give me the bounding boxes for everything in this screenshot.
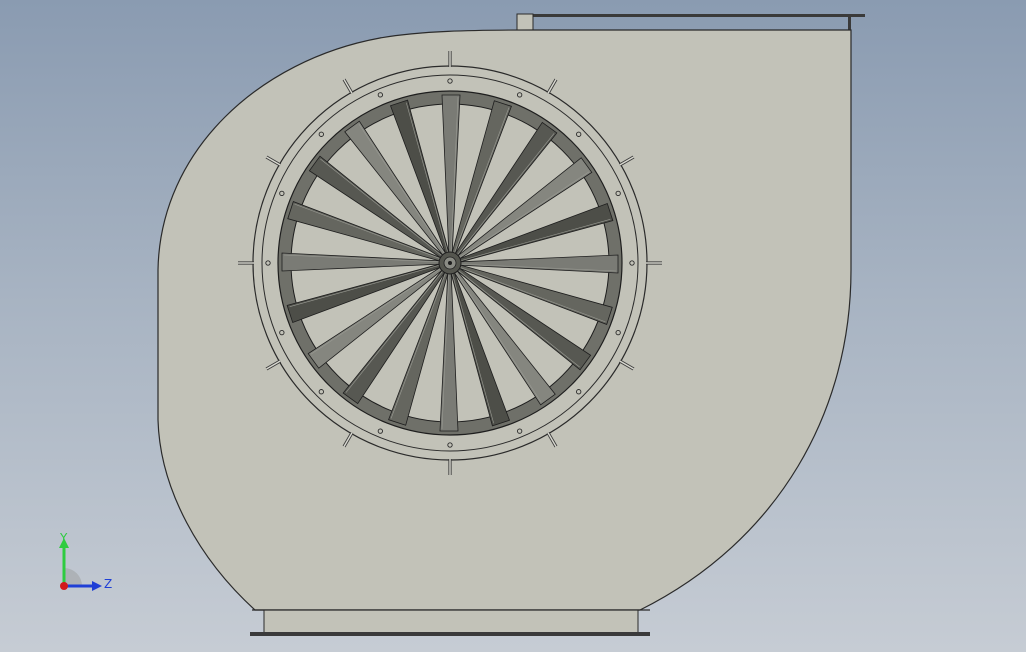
bolt-hole [615, 190, 621, 197]
bolt-hole [377, 428, 384, 434]
z-axis-arrow [92, 581, 102, 591]
coordinate-triad: Y Z [59, 531, 112, 591]
fan-model-view [157, 13, 865, 636]
bolt-hole [279, 329, 285, 336]
bolt-hole [318, 131, 324, 137]
cad-viewport[interactable]: Y Z [0, 0, 1026, 652]
bolt-hole [576, 131, 582, 137]
bolt-hole [318, 389, 324, 395]
bolt-hole [447, 78, 453, 84]
impeller-hub [438, 251, 462, 275]
y-axis-label: Y [59, 531, 68, 545]
bolt-hole [516, 92, 523, 98]
triad-origin [60, 582, 68, 590]
z-axis-label: Z [104, 577, 112, 591]
bolt-hole [377, 92, 384, 98]
bolt-hole [576, 389, 582, 395]
base-plate [250, 609, 650, 636]
bolt-hole [629, 260, 635, 266]
bolt-hole [615, 329, 621, 336]
bolt-hole [279, 190, 285, 197]
bolt-hole [265, 260, 271, 266]
bolt-hole [516, 428, 523, 434]
bolt-hole [447, 442, 453, 448]
